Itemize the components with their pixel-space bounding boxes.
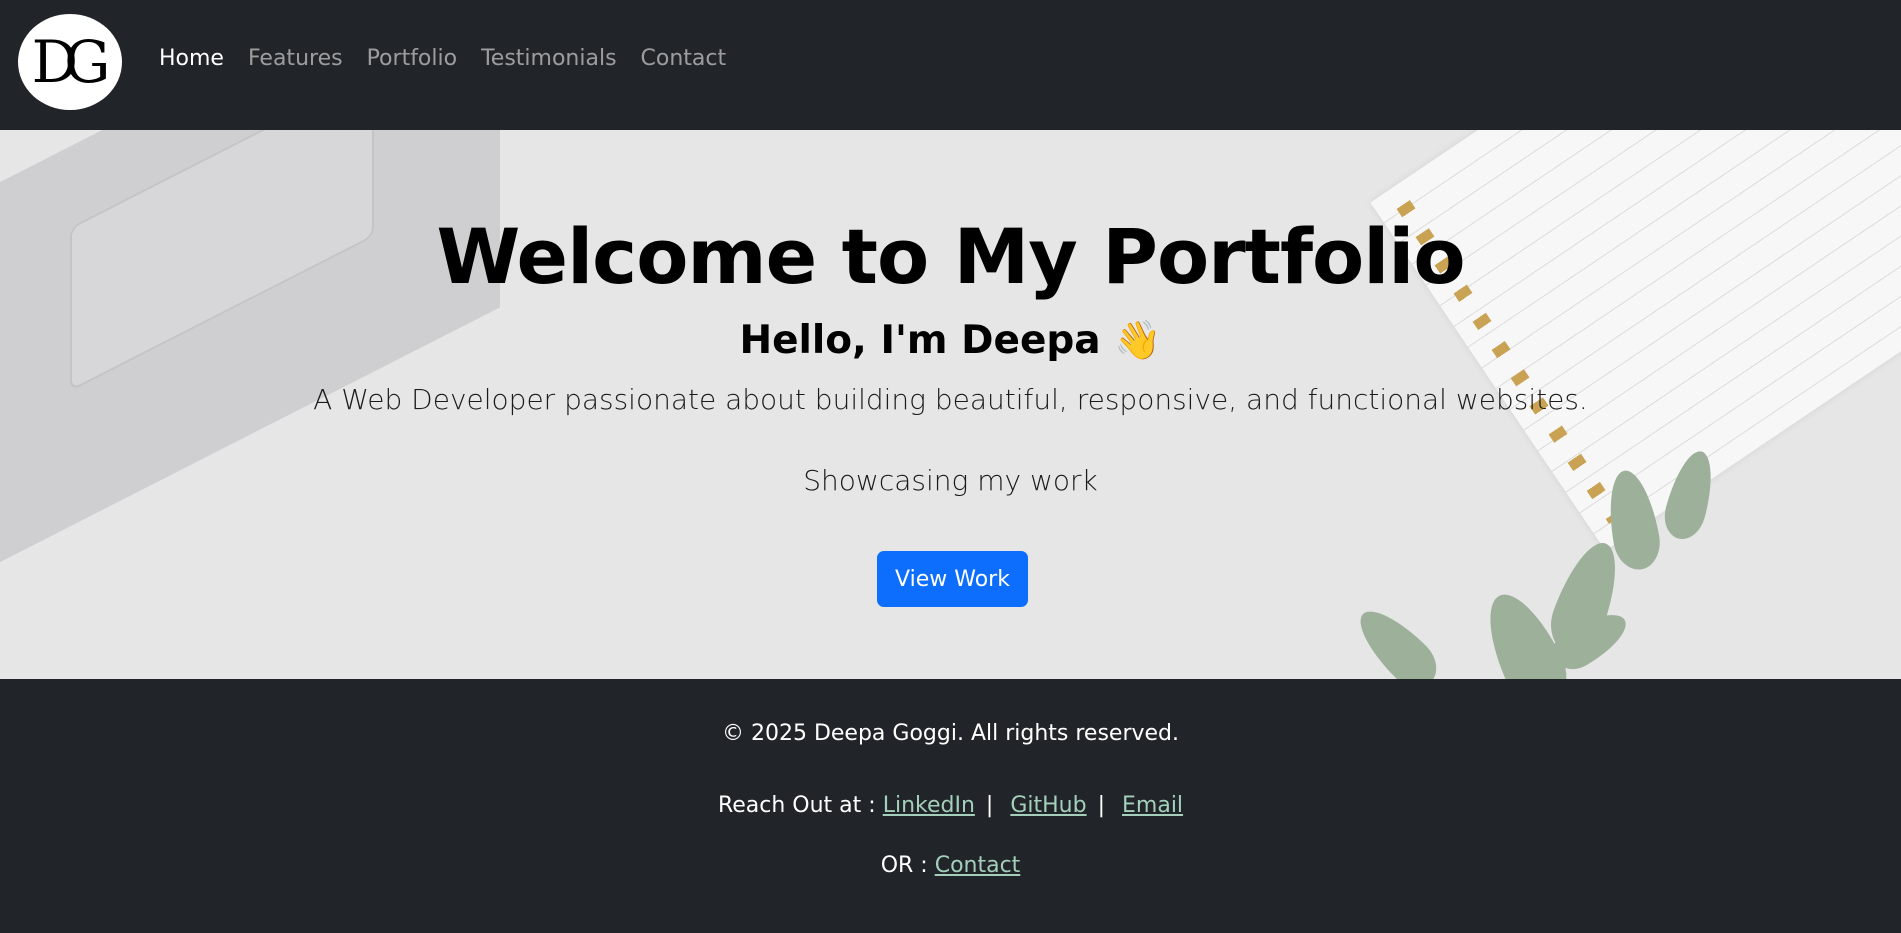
view-work-button[interactable]: View Work (877, 551, 1028, 607)
nav-links: Home Features Portfolio Testimonials Con… (159, 46, 726, 71)
nav-link-home[interactable]: Home (159, 46, 224, 71)
email-link[interactable]: Email (1122, 793, 1183, 818)
hero-showcase-text: Showcasing my work (803, 464, 1098, 497)
or-label: OR : (880, 853, 928, 878)
brand-logo-text: DG (31, 28, 111, 96)
nav-link-contact[interactable]: Contact (641, 46, 727, 71)
footer: © 2025 Deepa Goggi. All rights reserved.… (0, 679, 1901, 933)
leaf-decoration (1347, 598, 1447, 679)
nav-link-testimonials[interactable]: Testimonials (481, 46, 616, 71)
navbar: DG Home Features Portfolio Testimonials … (0, 0, 1901, 130)
contact-link[interactable]: Contact (935, 853, 1021, 878)
github-link[interactable]: GitHub (1010, 793, 1086, 818)
hero-title: Welcome to My Portfolio (436, 212, 1465, 301)
or-contact-row: OR : Contact (0, 853, 1901, 878)
reach-out-label: Reach Out at : (717, 793, 876, 818)
copyright-text: © 2025 Deepa Goggi. All rights reserved. (721, 721, 1180, 746)
reach-out-row: Reach Out at : LinkedIn | GitHub | Email (0, 793, 1901, 818)
brand-logo[interactable]: DG (18, 14, 122, 110)
nav-link-portfolio[interactable]: Portfolio (367, 46, 458, 71)
greeting-text: Hello, I'm Deepa (739, 318, 1101, 363)
waving-hand-icon: 👋 (1114, 318, 1162, 362)
separator: | (1097, 793, 1105, 818)
hero-tagline: A Web Developer passionate about buildin… (313, 383, 1588, 416)
hero-greeting: Hello, I'm Deepa 👋 (0, 318, 1901, 363)
hero-section: Welcome to My Portfolio Hello, I'm Deepa… (0, 130, 1901, 679)
linkedin-link[interactable]: LinkedIn (883, 793, 975, 818)
separator: | (985, 793, 994, 818)
nav-link-features[interactable]: Features (248, 46, 343, 71)
